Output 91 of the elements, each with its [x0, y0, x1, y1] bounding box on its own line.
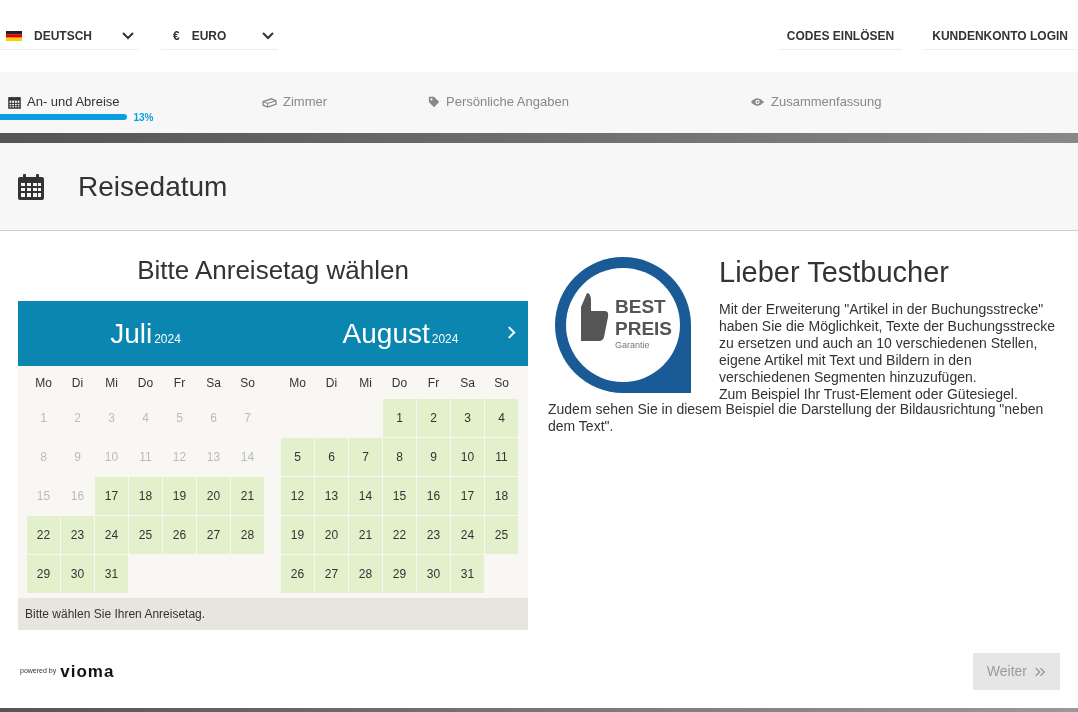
badge-text: BEST	[615, 297, 666, 316]
eye-icon	[750, 97, 765, 107]
currency-symbol: €	[173, 27, 180, 45]
step-tab[interactable]: An- und Abreise	[8, 92, 120, 112]
month-name: August	[342, 316, 430, 351]
calendar-day[interactable]: 27	[315, 555, 348, 593]
calendar-day[interactable]: 18	[129, 477, 162, 515]
weekday-label: Sa	[205, 375, 222, 392]
weekday-label: Mo	[288, 375, 307, 392]
calendar-day[interactable]: 9	[417, 438, 450, 476]
calendar-day[interactable]: 26	[163, 516, 196, 554]
badge-text: Garantie	[615, 341, 650, 350]
weekday-label: So	[239, 375, 256, 392]
calendar-day[interactable]: 31	[451, 555, 484, 593]
progress-percentage: 13%	[133, 111, 154, 125]
calendar-day[interactable]: 16	[417, 477, 450, 515]
weekday-label: Mi	[358, 375, 373, 392]
calendar-day[interactable]: 30	[417, 555, 450, 593]
calendar-day[interactable]: 20	[197, 477, 230, 515]
calendar-day[interactable]: 27	[197, 516, 230, 554]
calendar-icon	[17, 172, 45, 201]
calendar-day[interactable]: 20	[315, 516, 348, 554]
article-text: Zudem sehen Sie in diesem Beispiel die Darstellung der Bildausrichtung "neben dem Text".	[548, 401, 1045, 435]
calendar-day[interactable]: 12	[281, 477, 314, 515]
calendar-day[interactable]: 28	[231, 516, 264, 554]
article-title: Lieber Testbucher	[719, 255, 950, 289]
calendar-day[interactable]: 24	[451, 516, 484, 554]
calendar-title: Bitte Anreisetag wählen	[136, 254, 410, 287]
calendar-day[interactable]: 1	[383, 399, 416, 437]
calendar-day[interactable]: 14	[349, 477, 382, 515]
calendar-day[interactable]: 19	[281, 516, 314, 554]
calendar-day[interactable]: 29	[27, 555, 60, 593]
brand-logo: vioma	[60, 660, 115, 683]
calendar-day[interactable]: 5	[281, 438, 314, 476]
tag-icon	[428, 96, 440, 108]
calendar-day[interactable]: 11	[485, 438, 518, 476]
calendar-day[interactable]: 21	[349, 516, 382, 554]
calendar-day[interactable]: 24	[95, 516, 128, 554]
chevron-down-icon	[262, 31, 274, 40]
month-name: Juli	[110, 316, 153, 351]
calendar-day[interactable]: 23	[61, 516, 94, 554]
language-dropdown[interactable]: DEUTSCH	[0, 22, 138, 50]
section-title: Reisedatum	[78, 169, 228, 204]
calendar-day[interactable]: 10	[451, 438, 484, 476]
header-link[interactable]: CODES EINLÖSEN	[778, 22, 903, 50]
currency-dropdown[interactable]: € EURO	[161, 22, 278, 50]
calendar-day[interactable]: 26	[281, 555, 314, 593]
calendar-day[interactable]: 4	[485, 399, 518, 437]
badge-text: PREIS	[615, 319, 673, 338]
weekday-label: Mo	[34, 375, 53, 392]
calendar-day[interactable]: 19	[163, 477, 196, 515]
calendar-day[interactable]: 23	[417, 516, 450, 554]
calendar-day[interactable]: 28	[349, 555, 382, 593]
calendar-day[interactable]: 18	[485, 477, 518, 515]
calendar-day[interactable]: 29	[383, 555, 416, 593]
weekday-label: Di	[324, 375, 339, 392]
year-label: 2024	[431, 330, 459, 348]
weekday-label: Do	[390, 375, 409, 392]
calendar-day[interactable]: 22	[27, 516, 60, 554]
calendar-day[interactable]: 31	[95, 555, 128, 593]
calendar-day[interactable]: 17	[95, 477, 128, 515]
calendar-day[interactable]: 25	[129, 516, 162, 554]
calendar-hint: Bitte wählen Sie Ihren Anreisetag.	[18, 598, 528, 630]
calendar-day[interactable]: 17	[451, 477, 484, 515]
header-link[interactable]: KUNDENKONTO LOGIN	[924, 22, 1076, 50]
weekday-label: Mi	[104, 375, 119, 392]
calendar-day[interactable]: 21	[231, 477, 264, 515]
calendar-day[interactable]: 15	[383, 477, 416, 515]
calendar-day[interactable]: 25	[485, 516, 518, 554]
bed-icon	[262, 96, 277, 108]
calendar-day[interactable]: 22	[383, 516, 416, 554]
calendar-day[interactable]: 3	[451, 399, 484, 437]
weekday-label: Do	[136, 375, 155, 392]
weekday-label: Sa	[459, 375, 476, 392]
calendar-day[interactable]: 13	[315, 477, 348, 515]
weekday-label: Fr	[426, 375, 441, 392]
calendar-day[interactable]: 6	[315, 438, 348, 476]
calendar-day[interactable]: 7	[349, 438, 382, 476]
calendar-day[interactable]: 2	[417, 399, 450, 437]
weekday-label: So	[493, 375, 510, 392]
weekday-label: Di	[70, 375, 85, 392]
german-flag-icon	[6, 30, 22, 41]
calendar-day[interactable]: 30	[61, 555, 94, 593]
year-label: 2024	[154, 330, 181, 348]
chevron-right-icon	[507, 325, 516, 340]
calendar-day[interactable]: 8	[383, 438, 416, 476]
article-text: Mit der Erweiterung "Artikel in der Buchungsstrecke" haben Sie die Möglichkeit, Texte der Buchungsstrecke zu ersetzen und auch an 10 verschiedenen Stellen, eigene Artikel mit Text und Bildern in den verschiedenen Segmenten hinzuzufügen. Zum Beispiel Ihr Trust-Element oder Gütesiegel.	[719, 301, 1056, 403]
chevron-down-icon	[122, 31, 134, 40]
calendar-icon	[8, 95, 21, 109]
double-chevron-icon	[1035, 666, 1046, 677]
weekday-label: Fr	[172, 375, 187, 392]
